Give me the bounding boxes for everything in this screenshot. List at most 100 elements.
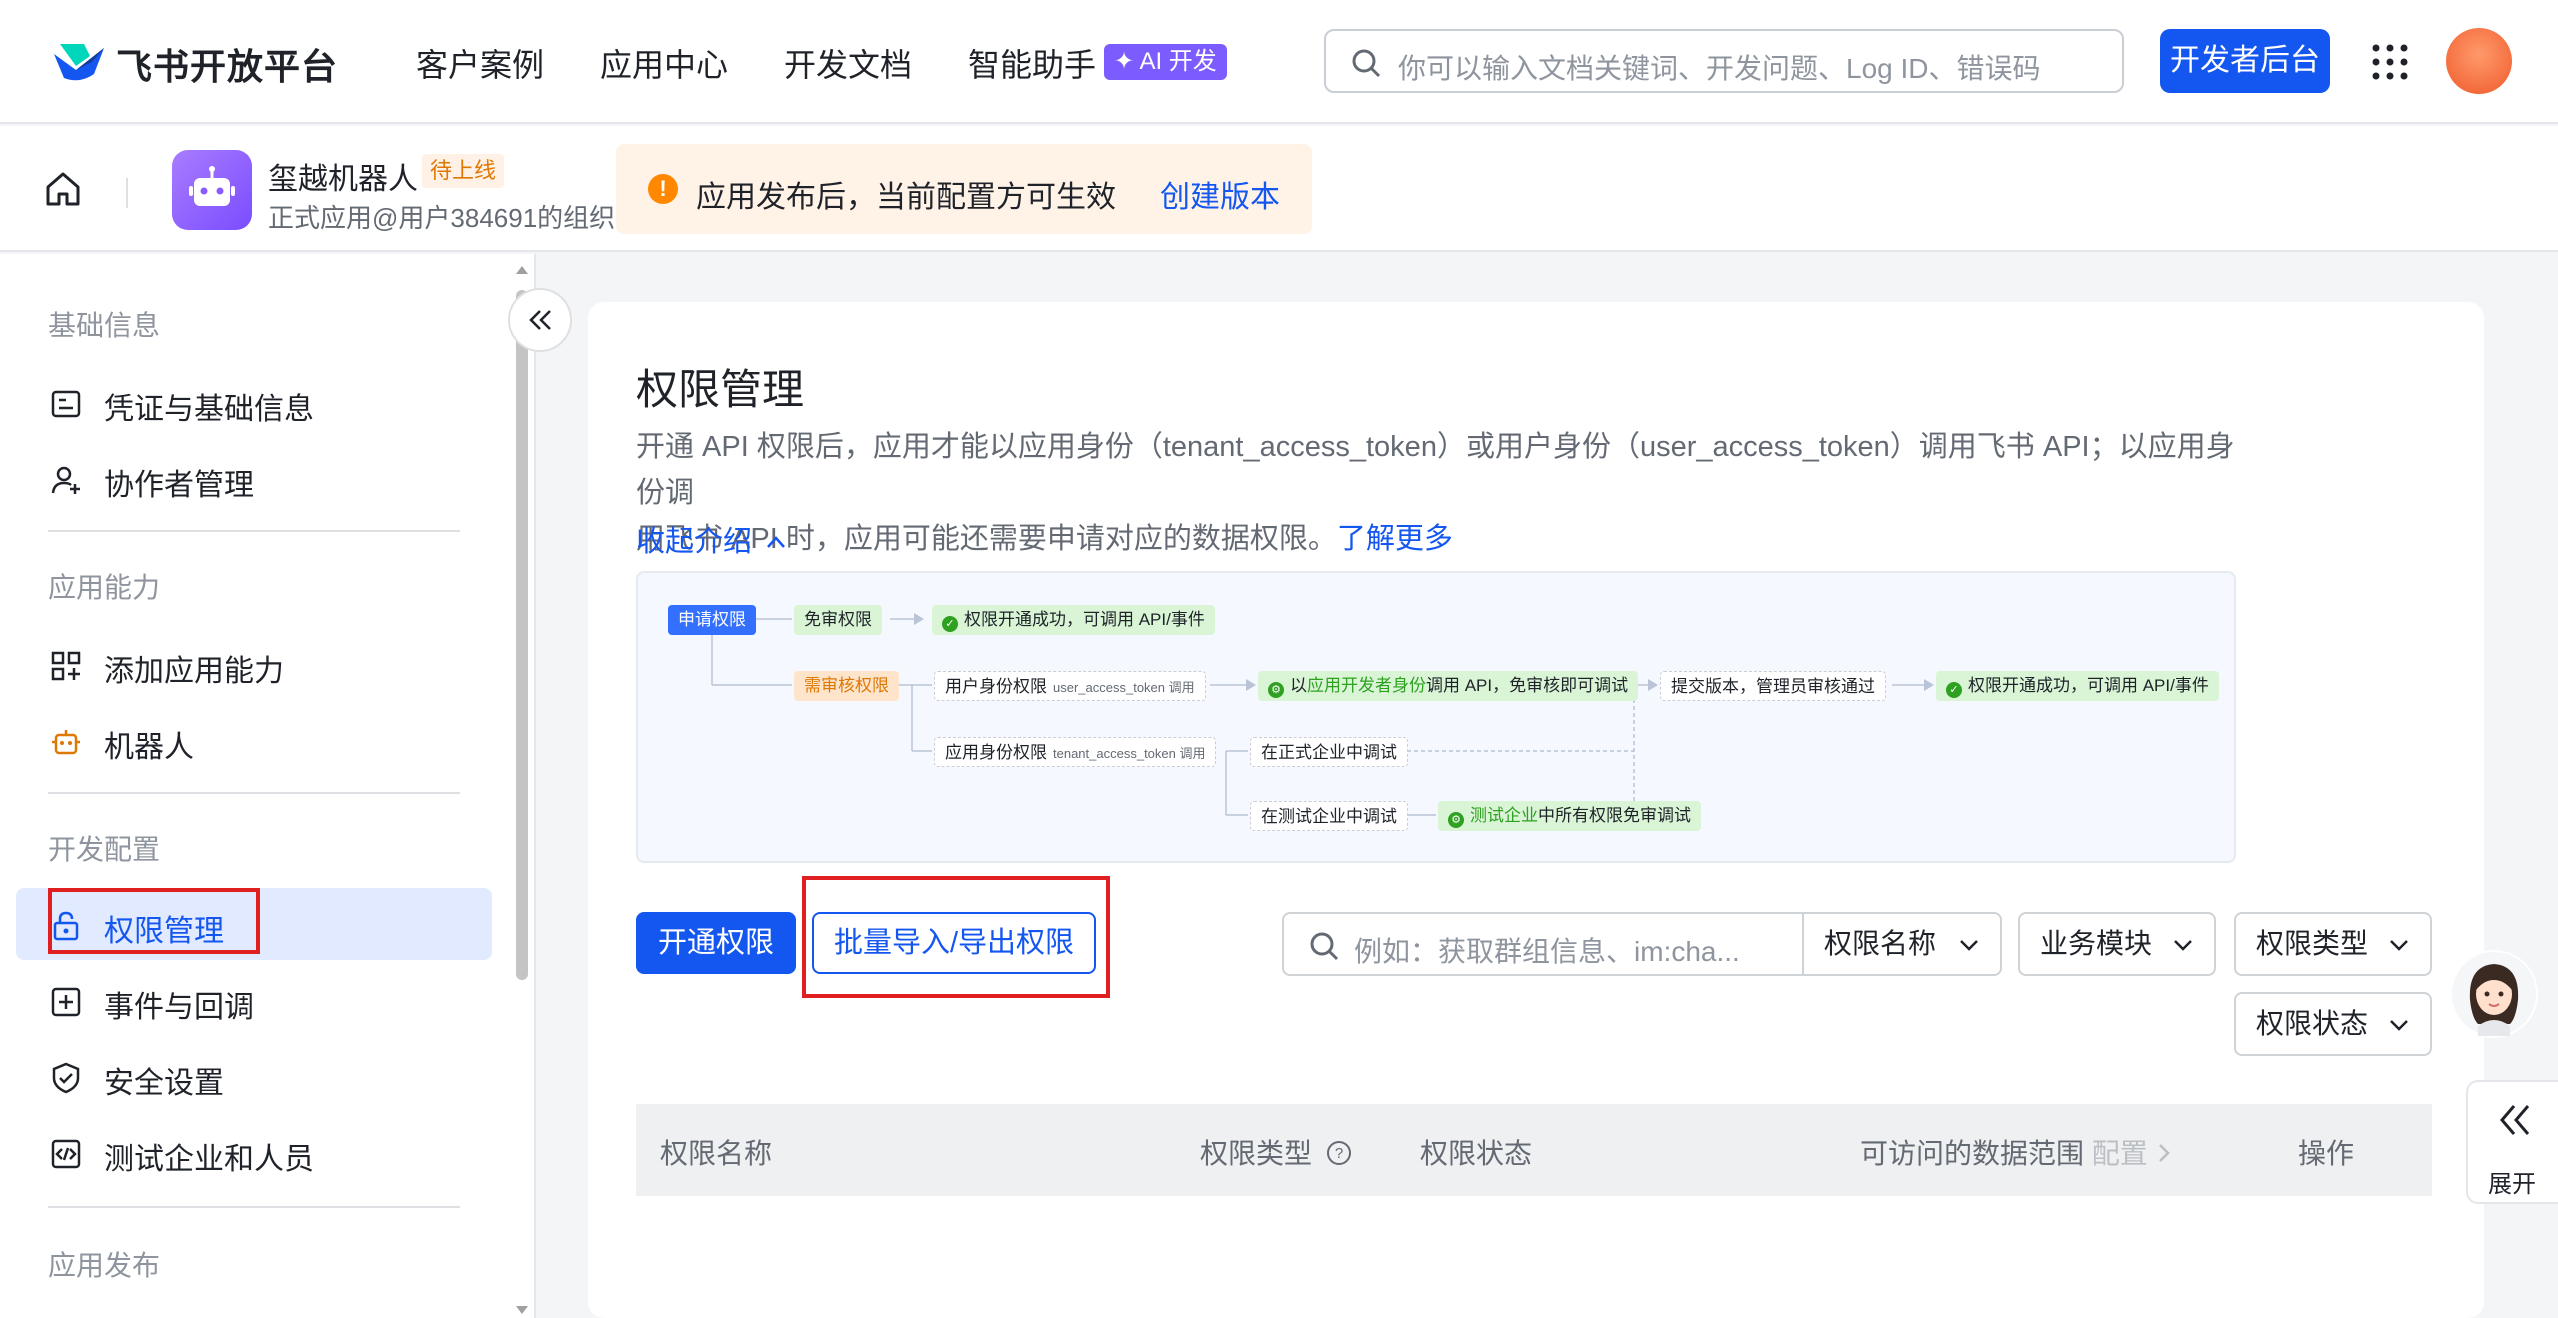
app-header-bar: 玺越机器人 待上线 正式应用@用户384691的组织 ! 应用发布后，当前配置方… (0, 126, 2558, 252)
chevron-down-icon (2390, 1020, 2408, 1031)
flow-user-identity-text: 用户身份权限 (945, 677, 1047, 696)
permission-search-input[interactable]: 例如：获取群组信息、im:cha... (1282, 912, 1802, 976)
scrollbar-thumb[interactable] (516, 290, 528, 980)
flow-prod-debug: 在正式企业中调试 (1250, 737, 1408, 767)
home-icon[interactable] (44, 170, 82, 208)
nav-smart-assistant[interactable]: 智能助手 (968, 40, 1096, 86)
flow-free-result-text: 权限开通成功，可调用 API/事件 (964, 610, 1205, 629)
permission-table-header: 权限名称 权限类型 ? 权限状态 可访问的数据范围 配置 操作 (636, 1104, 2432, 1196)
top-nav-bar: 飞书开放平台 客户案例 应用中心 开发文档 智能助手 ✦ AI 开发 你可以输入… (0, 0, 2558, 124)
app-grid-icon[interactable] (2370, 42, 2410, 82)
search-placeholder: 你可以输入文档关键词、开发问题、Log ID、错误码 (1398, 53, 2041, 84)
scroll-down-arrow-icon[interactable] (516, 1304, 528, 1316)
column-header-action: 操作 (2298, 1138, 2355, 1169)
app-name: 玺越机器人 (268, 163, 418, 196)
page-description: 开通 API 权限后，应用才能以应用身份（tenant_access_token… (636, 424, 2236, 562)
sidebar-item-label: 测试企业和人员 (104, 1143, 314, 1176)
sidebar-collapse-button[interactable] (508, 288, 572, 352)
flow-test-free: ⚙ 测试企业中所有权限免审调试 (1438, 801, 1701, 831)
column-header-type-text: 权限类型 (1200, 1138, 1313, 1169)
app-org-subtitle: 正式应用@用户384691的组织 (268, 203, 616, 233)
shield-icon (52, 1062, 80, 1094)
flow-dev-call-prefix: 以 (1290, 676, 1307, 695)
select-value: 权限状态 (2256, 1008, 2369, 1039)
sidebar-item-collaborators[interactable]: 协作者管理 (16, 442, 492, 514)
column-header-name[interactable]: 权限名称 (660, 1132, 772, 1172)
business-module-select[interactable]: 业务模块 (2018, 912, 2216, 976)
help-circle-icon[interactable]: ? (1326, 1140, 1352, 1166)
open-permission-button[interactable]: 开通权限 (636, 912, 796, 974)
sidebar-item-test-tenants[interactable]: 测试企业和人员 (16, 1116, 492, 1188)
nav-dev-docs[interactable]: 开发文档 (784, 40, 912, 86)
select-value: 权限类型 (2256, 928, 2369, 959)
ai-dev-badge[interactable]: ✦ AI 开发 (1104, 44, 1227, 80)
column-header-scope-text: 可访问的数据范围 (1860, 1138, 2085, 1169)
flow-app-identity-text: 应用身份权限 (945, 743, 1047, 762)
collapse-intro-toggle[interactable]: 收起介绍 (636, 518, 786, 560)
robot-icon (52, 730, 80, 755)
global-search-input[interactable]: 你可以输入文档关键词、开发问题、Log ID、错误码 (1324, 29, 2124, 93)
app-robot-avatar (172, 150, 252, 230)
chevron-down-icon (2174, 940, 2192, 951)
highlight-box (48, 888, 260, 954)
sidebar-divider (48, 1206, 460, 1208)
sidebar-scrollbar[interactable] (514, 264, 530, 1318)
sidebar-item-label: 凭证与基础信息 (104, 393, 314, 426)
flow-final-result: ✓ 权限开通成功，可调用 API/事件 (1936, 671, 2219, 701)
flow-user-token-text: user_access_token 调用 (1053, 680, 1195, 695)
dev-icon: ⚙ (1448, 812, 1464, 828)
permission-type-select[interactable]: 权限类型 (2234, 912, 2432, 976)
sidebar-item-label: 机器人 (104, 731, 194, 764)
sidebar-item-label: 安全设置 (104, 1067, 224, 1100)
double-chevron-left-icon (529, 310, 551, 330)
assistant-avatar-icon (2452, 952, 2536, 1036)
column-header-type[interactable]: 权限类型 ? (1200, 1132, 1352, 1172)
sidebar-group-release: 应用发布 (48, 1250, 161, 1281)
assistant-avatar-button[interactable] (2450, 950, 2538, 1038)
column-header-status[interactable]: 权限状态 (1420, 1132, 1532, 1172)
sidebar-item-security[interactable]: 安全设置 (16, 1040, 492, 1112)
status-badge: 待上线 (422, 154, 505, 188)
sidebar-item-events[interactable]: 事件与回调 (16, 964, 492, 1036)
flow-final-result-text: 权限开通成功，可调用 API/事件 (1968, 676, 2209, 695)
select-value: 权限名称 (1824, 928, 1937, 959)
robot-icon (189, 166, 235, 206)
column-header-scope[interactable]: 可访问的数据范围 配置 (1860, 1132, 2172, 1172)
sidebar-group-basic: 基础信息 (48, 310, 161, 341)
nav-app-center[interactable]: 应用中心 (600, 40, 728, 86)
credential-icon (51, 390, 81, 418)
developer-console-button[interactable]: 开发者后台 (2160, 29, 2330, 93)
permission-status-select[interactable]: 权限状态 (2234, 992, 2432, 1056)
sidebar-divider (48, 530, 460, 532)
search-field-select[interactable]: 权限名称 (1802, 912, 2002, 976)
scroll-up-arrow-icon[interactable] (516, 264, 528, 276)
search-icon (1352, 49, 1381, 78)
nav-customer-cases[interactable]: 客户案例 (416, 40, 544, 86)
notice-message: 应用发布后，当前配置方可生效 (696, 181, 1116, 214)
divider (126, 178, 128, 208)
search-icon (1310, 932, 1339, 961)
check-circle-icon: ✓ (1946, 682, 1962, 698)
flow-dev-call: ⚙ 以应用开发者身份调用 API，免审核即可调试 (1258, 671, 1639, 701)
sidebar-item-credentials[interactable]: 凭证与基础信息 (16, 366, 492, 438)
sidebar-item-robot[interactable]: 机器人 (16, 704, 492, 776)
chevron-down-icon (1960, 940, 1978, 951)
sidebar-item-add-capability[interactable]: 添加应用能力 (16, 628, 492, 700)
chevron-right-icon (2158, 1144, 2170, 1162)
flow-submit: 提交版本，管理员审核通过 (1660, 671, 1886, 701)
user-avatar[interactable] (2446, 28, 2512, 94)
sidebar-item-label: 添加应用能力 (104, 655, 284, 688)
flow-test-free-suffix: 中所有权限免审调试 (1538, 806, 1691, 825)
expand-panel-button[interactable]: 展开 (2466, 1080, 2558, 1204)
apps-add-icon (51, 651, 81, 681)
brand-name[interactable]: 飞书开放平台 (116, 38, 338, 90)
feishu-logo-icon[interactable] (50, 40, 108, 84)
flow-dev-call-suffix: 调用 API，免审核即可调试 (1426, 676, 1629, 695)
flow-tenant-token-text: tenant_access_token 调用 (1053, 746, 1206, 761)
scope-config-link[interactable]: 配置 (2092, 1138, 2148, 1169)
sidebar: 基础信息 凭证与基础信息 协作者管理 应用能力 添加应用能力 机器人 开发配置 … (0, 254, 536, 1318)
flow-free-tag: 免审权限 (794, 605, 882, 635)
create-version-link[interactable]: 创建版本 (1160, 172, 1280, 216)
warning-icon: ! (648, 174, 678, 204)
learn-more-link[interactable]: 了解更多 (1337, 523, 1453, 555)
